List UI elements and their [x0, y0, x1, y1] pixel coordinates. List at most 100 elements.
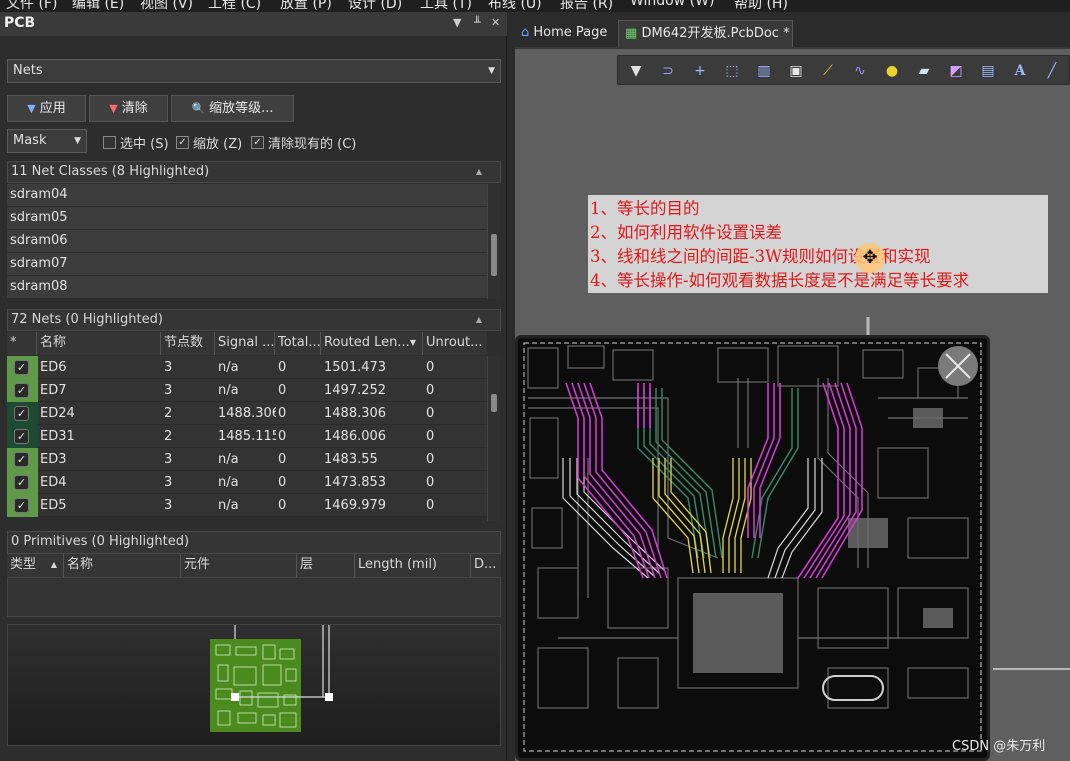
option-clear-existing[interactable]: ✓ 清除现有的 (C): [251, 133, 356, 152]
net-cell-name: ED31: [40, 429, 75, 444]
net-cell-total: 0: [278, 452, 287, 467]
net-cell-signal: 1485.115: [218, 429, 276, 444]
pcb-canvas[interactable]: ▼ ⊃ + ⬚ ▥ ▣ ⟋ ∿ ● ▰ ◩ ▤ A ╱ 1、等长的目的 2、如何…: [515, 49, 1070, 761]
col-d[interactable]: D...: [471, 554, 501, 577]
net-row[interactable]: ✓ ED7 3 n/a 0 1497.252 0: [7, 379, 487, 402]
tab-home-page[interactable]: ⌂ Home Page: [515, 20, 615, 47]
net-checkbox[interactable]: ✓: [14, 429, 29, 444]
net-checkbox[interactable]: ✓: [14, 452, 29, 467]
chevron-up-icon[interactable]: ▲: [476, 162, 482, 182]
home-icon: ⌂: [521, 25, 530, 40]
col-name[interactable]: 名称: [37, 332, 161, 355]
menu-window[interactable]: Window (W): [630, 0, 714, 9]
option-select[interactable]: 选中 (S): [103, 133, 169, 152]
net-row[interactable]: ✓ ED5 3 n/a 0 1469.979 0: [7, 494, 487, 517]
net-class-item[interactable]: sdram08: [7, 276, 487, 299]
nets-scrollbar[interactable]: [487, 356, 500, 521]
net-checkbox[interactable]: ✓: [14, 498, 29, 513]
net-checkbox[interactable]: ✓: [14, 475, 29, 490]
net-row[interactable]: ✓ ED31 2 1485.115 0 1486.006 0: [7, 425, 487, 448]
net-cell-unrouted: 0: [426, 429, 435, 444]
menu-edit[interactable]: 编辑 (E): [72, 0, 124, 12]
checkbox-clear-existing[interactable]: ✓: [251, 136, 264, 149]
option-zoom[interactable]: ✓ 缩放 (Z): [176, 133, 242, 152]
col-node-count[interactable]: 节点数: [161, 332, 215, 355]
apply-button[interactable]: ▼ 应用: [7, 95, 86, 122]
net-cell-signal: n/a: [218, 498, 239, 513]
checkbox-zoom[interactable]: ✓: [176, 136, 189, 149]
nets-header: 72 Nets (0 Highlighted) ▲: [7, 309, 501, 331]
net-cell-signal: n/a: [218, 360, 239, 375]
highlight-cell: ✓: [7, 402, 38, 425]
net-row[interactable]: ✓ ED6 3 n/a 0 1501.473 0: [7, 356, 487, 379]
clear-label: 清除: [121, 101, 148, 116]
net-cell-nodes: 3: [164, 498, 173, 513]
net-row[interactable]: ✓ ED4 3 n/a 0 1473.853 0: [7, 471, 487, 494]
pcb-layout-svg: [523, 342, 982, 752]
col-unrouted[interactable]: Unrout...: [423, 332, 487, 355]
net-row[interactable]: ✓ ED3 3 n/a 0 1483.55 0: [7, 448, 487, 471]
net-class-item[interactable]: sdram04: [7, 184, 487, 207]
net-cell-routed: 1473.853: [324, 475, 387, 490]
net-checkbox[interactable]: ✓: [14, 383, 29, 398]
col-type[interactable]: 类型 ▲: [7, 554, 64, 577]
chevron-up-icon[interactable]: ▲: [476, 310, 482, 330]
tab-pcb-doc-label: DM642开发板.PcbDoc *: [641, 26, 790, 41]
col-length[interactable]: Length (mil): [355, 554, 471, 577]
net-cell-routed: 1501.473: [324, 360, 387, 375]
panel-menu-icon[interactable]: ▼: [453, 16, 461, 29]
net-class-item[interactable]: sdram05: [7, 207, 487, 230]
net-cell-total: 0: [278, 429, 287, 444]
col-layer[interactable]: 层: [297, 554, 355, 577]
primitives-header: 0 Primitives (0 Highlighted): [7, 531, 501, 554]
menu-project[interactable]: 工程 (C): [208, 0, 261, 12]
mode-combo[interactable]: Mask ▼: [7, 129, 87, 153]
minimap-svg: [210, 625, 333, 732]
net-class-item[interactable]: sdram06: [7, 230, 487, 253]
col-routed-length[interactable]: Routed Len... ▼: [321, 332, 423, 355]
menu-help[interactable]: 帮助 (H): [734, 0, 788, 12]
net-cell-signal: 1488.306: [218, 406, 276, 421]
close-icon[interactable]: ✕: [491, 16, 500, 29]
menu-report[interactable]: 报告 (R): [560, 0, 613, 12]
checkbox-select[interactable]: [103, 136, 116, 149]
net-cell-routed: 1488.306: [324, 406, 387, 421]
zoom-level-button[interactable]: 🔍 缩放等级...: [171, 95, 294, 122]
net-checkbox[interactable]: ✓: [14, 406, 29, 421]
chevron-down-icon: ▼: [488, 66, 495, 76]
option-select-label: 选中 (S): [120, 137, 169, 152]
net-cell-total: 0: [278, 498, 287, 513]
pin-icon[interactable]: ╨: [474, 16, 481, 29]
net-cell-routed: 1497.252: [324, 383, 387, 398]
pcb-board[interactable]: [515, 335, 990, 761]
col-prim-name[interactable]: 名称: [64, 554, 181, 577]
net-cell-unrouted: 0: [426, 452, 435, 467]
menu-tools[interactable]: 工具 (T): [420, 0, 472, 12]
net-checkbox[interactable]: ✓: [14, 360, 29, 375]
highlight-cell: ✓: [7, 379, 38, 402]
net-cell-unrouted: 0: [426, 475, 435, 490]
col-signal-length[interactable]: Signal ...: [215, 332, 275, 355]
col-star[interactable]: *: [7, 332, 37, 355]
net-classes-scrollbar[interactable]: [487, 184, 500, 299]
scroll-thumb[interactable]: [491, 394, 497, 412]
clear-button[interactable]: ▼ 清除: [89, 95, 168, 122]
menu-view[interactable]: 视图 (V): [140, 0, 193, 12]
net-class-item[interactable]: sdram07: [7, 253, 487, 276]
highlight-cell: ✓: [7, 356, 38, 379]
scroll-thumb[interactable]: [491, 234, 497, 276]
menu-design[interactable]: 设计 (D): [348, 0, 402, 12]
col-component[interactable]: 元件: [181, 554, 297, 577]
net-cell-name: ED24: [40, 406, 75, 421]
menu-file[interactable]: 文件 (F): [6, 0, 57, 12]
menu-place[interactable]: 放置 (P): [280, 0, 332, 12]
net-row[interactable]: ✓ ED24 2 1488.306 0 1488.306 0: [7, 402, 487, 425]
tab-pcb-doc[interactable]: ▦ DM642开发板.PcbDoc *: [618, 20, 793, 47]
col-total[interactable]: Total...: [275, 332, 321, 355]
filter-combo[interactable]: Nets ▼: [7, 59, 501, 83]
board-minimap[interactable]: [7, 624, 501, 746]
net-cell-name: ED5: [40, 498, 67, 513]
col-routed-length-label: Routed Len...: [324, 335, 410, 350]
sort-desc-icon: ▼: [409, 338, 416, 347]
menu-route[interactable]: 布线 (U): [488, 0, 542, 12]
